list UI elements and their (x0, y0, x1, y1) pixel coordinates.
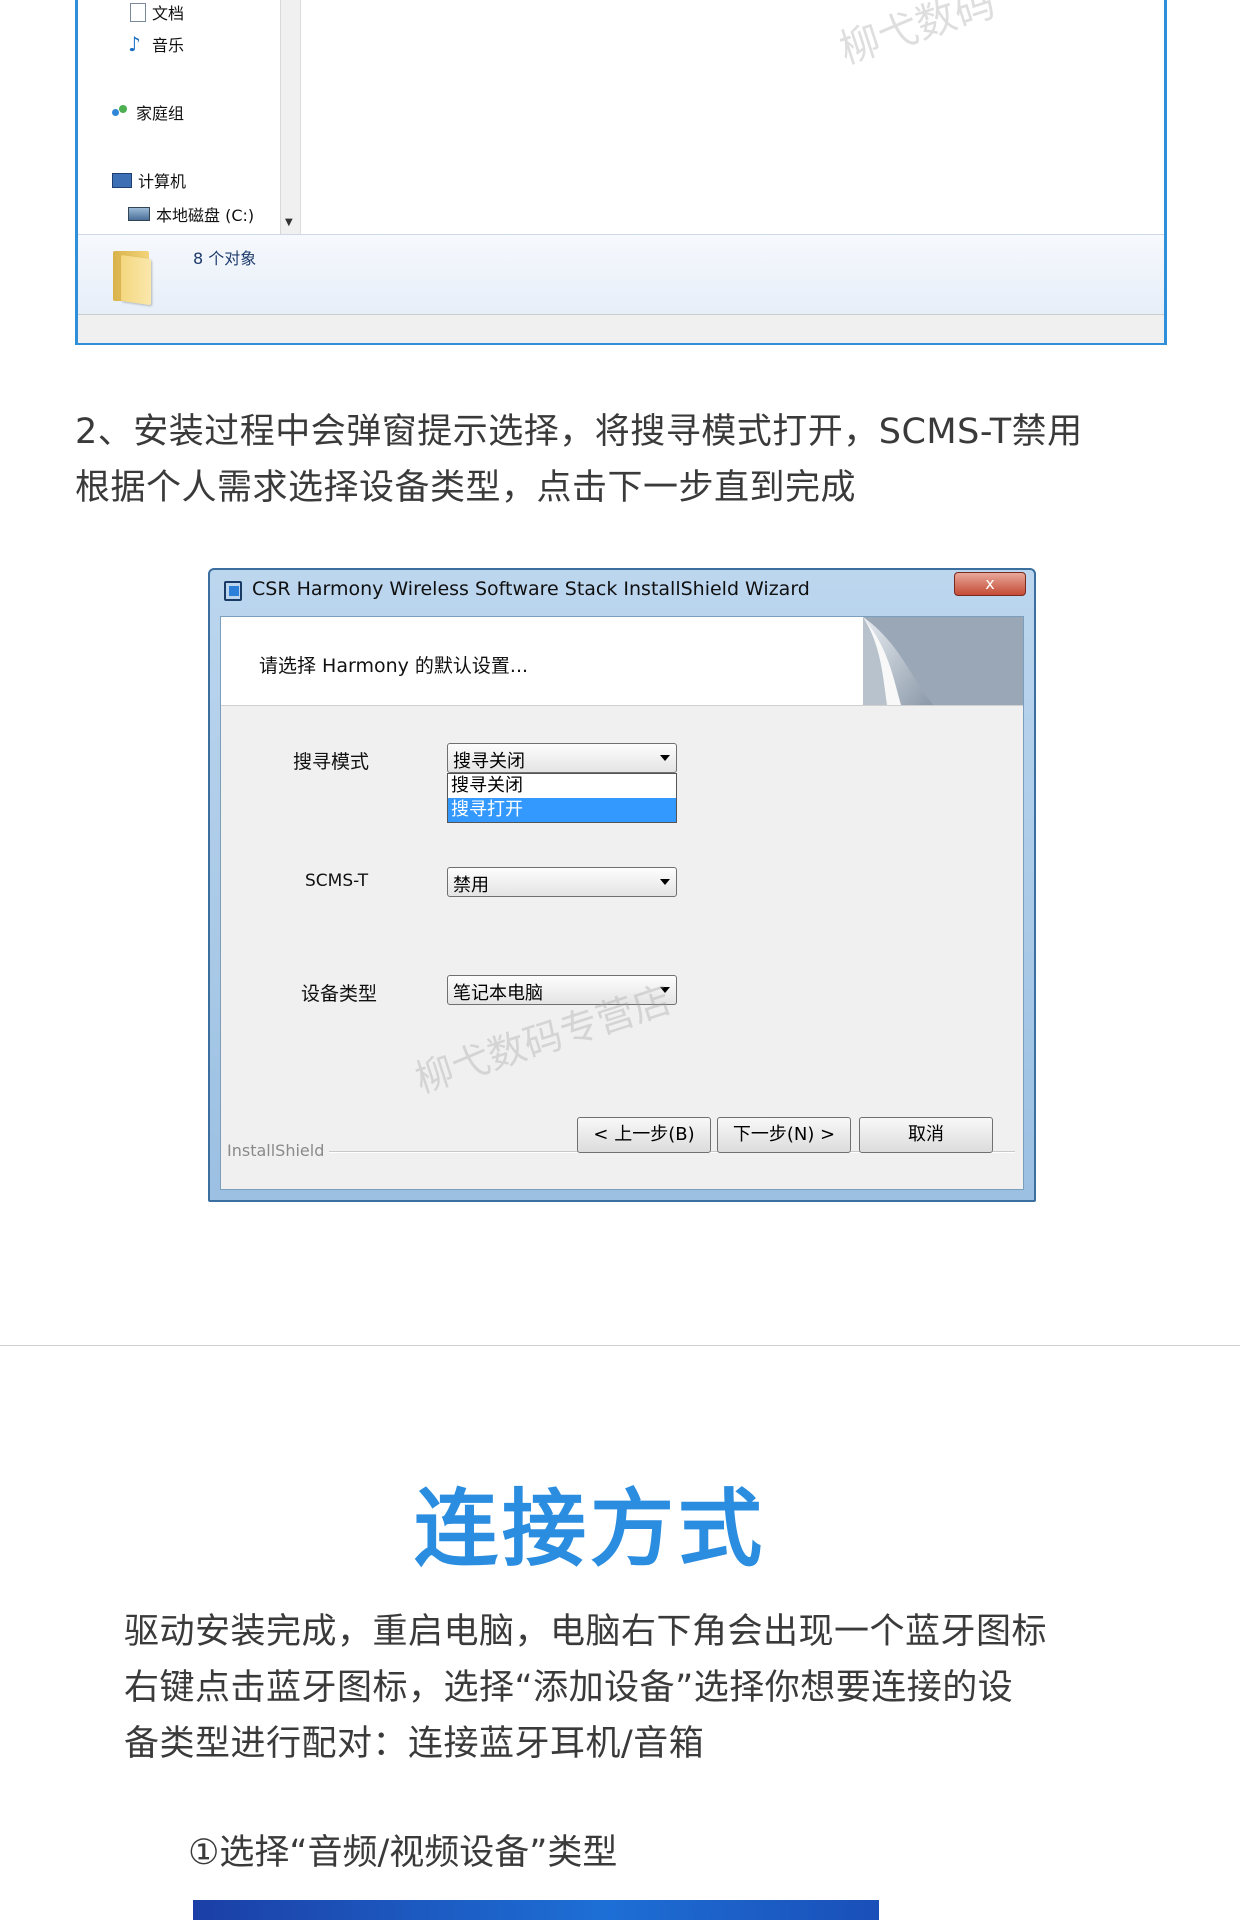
nav-item-label: 音乐 (152, 36, 185, 55)
nav-item-computer[interactable]: 计算机 (112, 168, 186, 192)
nav-item-homegroup[interactable]: 家庭组 (110, 100, 184, 124)
nav-item-music[interactable]: ♪ 音乐 (128, 32, 184, 56)
scms-t-label: SCMS-T (305, 871, 369, 891)
section-title: 连接方式 (413, 1480, 766, 1578)
intro-line-2: 根据个人需求选择设备类型，点击下一步直到完成 (75, 468, 857, 508)
object-count: 8 个对象 (193, 249, 257, 268)
folder-icon (113, 247, 155, 306)
search-mode-value: 搜寻关闭 (453, 751, 525, 772)
dropdown-option-search-on[interactable]: 搜寻打开 (448, 798, 676, 822)
scms-t-select[interactable]: 禁用 (447, 867, 677, 897)
section-para-line-3: 备类型进行配对：连接蓝牙耳机/音箱 (124, 1724, 705, 1764)
nav-scrollbar[interactable]: ▼ (280, 0, 301, 234)
dialog-title: CSR Harmony Wireless Software Stack Inst… (252, 578, 810, 600)
close-button[interactable]: x (954, 572, 1026, 596)
setup-icon (222, 578, 244, 601)
search-mode-select[interactable]: 搜寻关闭 (447, 743, 677, 773)
page-curl-icon (863, 617, 1023, 705)
nav-item-label: 家庭组 (136, 104, 185, 123)
navigation-pane: 文档 ♪ 音乐 家庭组 计算机 本地磁盘 (C:) (78, 0, 296, 234)
file-list-pane[interactable]: 柳弋数码 (300, 0, 1161, 234)
status-bar (78, 314, 1164, 343)
device-type-value: 笔记本电脑 (453, 983, 543, 1004)
step-1-title: ①选择“音频/视频设备”类型 (188, 1833, 618, 1873)
explorer-window: 文档 ♪ 音乐 家庭组 计算机 本地磁盘 (C:) ▼ 柳弋数码 8 个对象 (75, 0, 1167, 345)
scroll-down-icon[interactable]: ▼ (285, 217, 293, 228)
installshield-dialog: CSR Harmony Wireless Software Stack Inst… (208, 568, 1036, 1202)
nav-item-label: 本地磁盘 (C:) (156, 206, 255, 225)
disk-icon (128, 207, 150, 221)
scms-t-value: 禁用 (453, 875, 489, 896)
installshield-label: InstallShield (227, 1141, 325, 1160)
details-pane: 8 个对象 (78, 234, 1164, 315)
device-type-label: 设备类型 (301, 983, 378, 1005)
search-mode-label: 搜寻模式 (293, 751, 370, 773)
search-mode-dropdown: 搜寻关闭 搜寻打开 (447, 773, 677, 823)
watermark: 柳弋数码 (834, 0, 1001, 74)
section-divider (0, 1345, 1240, 1346)
computer-icon (112, 172, 132, 188)
nav-item-label: 文档 (152, 4, 185, 23)
nav-item-label: 计算机 (138, 172, 187, 191)
document-icon (130, 2, 146, 22)
dropdown-option-search-off[interactable]: 搜寻关闭 (448, 774, 676, 798)
music-icon: ♪ (128, 32, 141, 56)
back-button[interactable]: < 上一步(B) (577, 1117, 711, 1153)
dialog-header-text: 请选择 Harmony 的默认设置... (259, 655, 529, 677)
section-para-line-1: 驱动安装完成，重启电脑，电脑右下角会出现一个蓝牙图标 (124, 1612, 1048, 1652)
screenshot-preview (193, 1900, 879, 1920)
homegroup-icon (110, 103, 130, 121)
chevron-down-icon (660, 755, 670, 761)
dialog-header: 请选择 Harmony 的默认设置... (221, 617, 1023, 706)
chevron-down-icon (660, 879, 670, 885)
dialog-body: 请选择 Harmony 的默认设置... 搜寻模式 搜寻关闭 搜寻关闭 搜寻打开 (220, 616, 1024, 1190)
intro-line-1: 2、安装过程中会弹窗提示选择，将搜寻模式打开，SCMS-T禁用 (75, 412, 1083, 452)
nav-item-documents[interactable]: 文档 (130, 0, 184, 24)
cancel-button[interactable]: 取消 (859, 1117, 993, 1153)
dialog-titlebar: CSR Harmony Wireless Software Stack Inst… (222, 578, 810, 601)
next-button[interactable]: 下一步(N) > (717, 1117, 851, 1153)
section-para-line-2: 右键点击蓝牙图标，选择“添加设备”选择你想要连接的设 (124, 1668, 1014, 1708)
nav-item-local-disk[interactable]: 本地磁盘 (C:) (128, 202, 254, 226)
